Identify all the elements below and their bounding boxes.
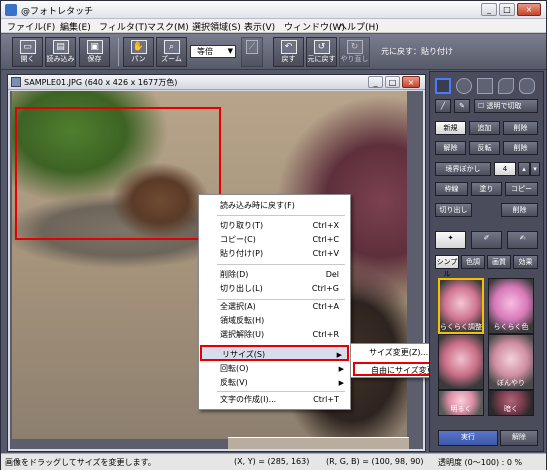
copy-button[interactable]: コピー [505,182,538,196]
menu-item-deselect[interactable]: 選択解除(U) Ctrl+R [200,327,349,343]
doc-maximize-button[interactable]: □ [385,76,400,88]
document-icon [11,77,21,87]
zoom-button[interactable]: ⌕ ズーム [156,37,187,67]
submenu-arrow-icon: ▶ [338,379,344,387]
tab-simple[interactable]: シンプル [435,255,459,278]
toolbar-separator [118,38,119,66]
paint-tab-icon[interactable]: ✐ [471,231,502,249]
zoom-select[interactable]: 等倍 ▼ [190,45,236,58]
feather-value-input[interactable]: 4 [494,162,516,176]
scale-icon: ⟋ [246,40,258,54]
tab-quality[interactable]: 画質 [487,255,511,269]
scale-tool-button[interactable]: ⟋ [241,37,263,67]
selection-clear-button[interactable]: 解除 [435,141,466,155]
menu-filter[interactable]: フィルタ(T) [99,20,147,33]
menu-view[interactable]: 表示(V) [244,20,275,33]
cancel-button[interactable]: 解除 [500,430,538,446]
document-title-bar: SAMPLE01.JPG (640 x 426 x 1677万色) _ □ × [8,75,425,90]
selection-invert-button[interactable]: 反転 [469,141,500,155]
freehand-select-icon[interactable] [498,78,514,94]
revert-button[interactable]: ↺ 元に戻す [306,37,337,67]
stroke-button[interactable]: 枠線 [435,182,468,196]
menu-selection[interactable]: 選択領域(S) [192,20,241,33]
menu-bar: ファイル(F) 編集(E) フィルタ(T) マスク(M) 選択領域(S) 表示(… [1,19,546,33]
close-button[interactable]: × [517,3,541,16]
import-icon: ▤ [52,40,69,54]
revert-icon: ↺ [313,40,330,54]
menu-window[interactable]: ウィンドウ(W) [284,20,345,33]
redo-icon: ↻ [346,40,363,54]
toolbar: ▭ 開く ▤ 読み込み ▣ 保存 ✋ パン ⌕ ズーム ⟋ ↶ 戻す ↺ 元に戻す ↻ やり直し [1,34,546,70]
import-button[interactable]: ▤ 読み込み [45,37,76,67]
feather-label: 境界ぼかし [435,162,491,176]
selection-rectangle[interactable] [15,107,221,240]
menu-separator [217,215,345,216]
menu-mask[interactable]: マスク(M) [147,20,189,33]
doc-close-button[interactable]: × [402,76,420,88]
chevron-down-icon: ▼ [227,47,233,55]
crop-out-button[interactable]: 切り出し [435,203,472,217]
menu-separator [217,264,345,265]
document-title: SAMPLE01.JPG (640 x 426 x 1677万色) [24,78,178,87]
app-window: @フォトレタッチ _ □ × ファイル(F) 編集(E) フィルタ(T) マスク… [0,0,547,470]
menu-item-resize[interactable]: リサイズ(S) ▶ [200,345,349,361]
doc-minimize-button[interactable]: _ [368,76,383,88]
status-hint: 画像をドラッグしてサイズを変更します。 [5,458,156,467]
status-coordinates: (X, Y) = (285, 163) [234,457,310,466]
feather-spin-down-icon[interactable]: ▾ [530,162,540,176]
photo-canvas-lower-edge [228,437,409,449]
menu-item-crop[interactable]: 切り出し(L) Ctrl+G [200,281,349,297]
title-bar: @フォトレタッチ _ □ × [1,1,546,19]
menu-item-flip[interactable]: 反転(V) ▶ [200,375,349,391]
delete-region-button[interactable]: 削除 [501,203,538,217]
undo-status-text: 元に戻す：貼り付け [381,47,453,56]
folder-icon: ▭ [19,40,36,54]
save-button[interactable]: ▣ 保存 [79,37,110,67]
menu-item-revert-to-loaded[interactable]: 読み込み時に戻す(F) [200,198,349,214]
pan-button[interactable]: ✋ パン [123,37,154,67]
menu-edit[interactable]: 編集(E) [60,20,91,33]
fill-button[interactable]: 塗り [471,182,502,196]
effects-tab-icon[interactable]: ✦ [435,231,466,249]
transparent-cut-checkbox[interactable]: ☐ 透明で切取 [474,99,538,113]
minimize-button[interactable]: _ [481,3,497,16]
selection-delete-button[interactable]: 削除 [503,141,538,155]
status-opacity: 透明度 (0〜100) : 0 % [438,458,523,467]
selection-new-button[interactable]: 新規 [435,121,466,135]
tab-effect[interactable]: 効果 [513,255,538,269]
selection-remove-button[interactable]: 削除 [503,121,538,135]
menu-item-create-text[interactable]: 文字の作成(I)... Ctrl+T [200,392,349,408]
magnifier-icon: ⌕ [163,40,180,54]
menu-item-paste[interactable]: 貼り付け(P) Ctrl+V [200,246,349,262]
undo-button[interactable]: ↶ 戻す [273,37,304,67]
selection-add-button[interactable]: 追加 [469,121,500,135]
brush-tool-button[interactable]: ✎ [454,99,470,113]
tab-tone[interactable]: 色調 [461,255,485,269]
wand-tool-button[interactable]: ╱ [435,99,451,113]
save-icon: ▣ [86,40,103,54]
feather-spin-up-icon[interactable]: ▴ [518,162,530,176]
preset-thumbnail[interactable] [438,334,484,390]
stamp-tab-icon[interactable]: ✍ [507,231,538,249]
status-rgb: (R, G, B) = (100, 98, 90) [326,457,424,466]
rect-select-icon[interactable] [435,78,451,94]
ellipse-select-icon[interactable] [456,78,472,94]
window-title: @フォトレタッチ [21,7,94,17]
rounded-select-icon[interactable] [519,78,535,94]
tool-panel: ╱ ✎ ☐ 透明で切取 新規 追加 削除 解除 反転 削除 境界ぼかし 4 ▴ … [429,71,544,452]
maximize-button[interactable]: □ [499,3,515,16]
hand-icon: ✋ [130,40,147,54]
context-menu: 読み込み時に戻す(F) 切り取り(T) Ctrl+X コピー(C) Ctrl+C 貼… [198,194,351,410]
apply-button[interactable]: 実行 [438,430,498,446]
redo-button[interactable]: ↻ やり直し [339,37,370,67]
menu-help[interactable]: ヘルプ(H) [338,20,379,33]
status-bar: 画像をドラッグしてサイズを変更します。 (X, Y) = (285, 163) … [1,453,546,470]
app-icon [5,4,17,16]
open-button[interactable]: ▭ 開く [12,37,43,67]
polygon-select-icon[interactable] [477,78,493,94]
menu-file[interactable]: ファイル(F) [7,20,55,33]
undo-icon: ↶ [280,40,297,54]
